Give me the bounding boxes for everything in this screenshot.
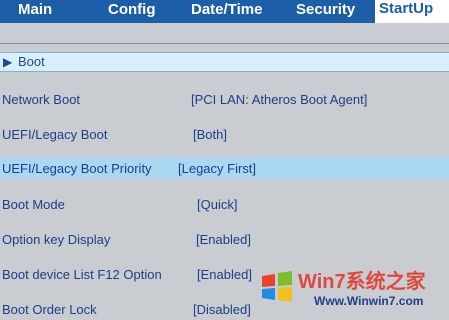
- setting-value[interactable]: [Disabled]: [193, 302, 251, 317]
- setting-row-boot-mode[interactable]: Boot Mode [Quick]: [0, 193, 449, 215]
- setting-row-uefi-legacy-boot-priority[interactable]: UEFI/Legacy Boot Priority [Legacy First]: [0, 157, 449, 179]
- section-label: Boot: [18, 54, 45, 69]
- setting-value[interactable]: [Legacy First]: [178, 161, 256, 176]
- header-divider: [0, 43, 449, 44]
- watermark-text: Win7系统之家: [298, 271, 426, 293]
- triangle-right-icon: ▶: [3, 55, 13, 69]
- tab-security[interactable]: Security: [296, 0, 355, 20]
- setting-name: Option key Display: [2, 232, 111, 247]
- setting-name: Boot device List F12 Option: [2, 267, 162, 282]
- setting-value[interactable]: [Enabled]: [197, 267, 252, 282]
- tab-date-time[interactable]: Date/Time: [191, 0, 262, 20]
- setting-row-uefi-legacy-boot[interactable]: UEFI/Legacy Boot [Both]: [0, 123, 449, 145]
- tab-startup[interactable]: StartUp: [375, 0, 449, 23]
- setting-name: Boot Order Lock: [2, 302, 97, 317]
- site-watermark: Win7系统之家 Www.Winwin7.com: [256, 262, 446, 314]
- watermark-url: Www.Winwin7.com: [314, 294, 424, 308]
- setting-name: UEFI/Legacy Boot Priority: [2, 161, 152, 176]
- setting-name: Network Boot: [2, 92, 81, 107]
- setting-row-network-boot[interactable]: Network Boot [PCI LAN: Atheros Boot Agen…: [0, 88, 449, 110]
- setting-value[interactable]: [Quick]: [197, 197, 237, 212]
- setting-name: UEFI/Legacy Boot: [2, 127, 108, 142]
- tab-config[interactable]: Config: [108, 0, 155, 20]
- tab-main[interactable]: Main: [18, 0, 52, 20]
- windows-logo-icon: [262, 271, 292, 302]
- menu-tab-bar: Main Config Date/Time Security StartUp: [0, 0, 449, 23]
- setting-value[interactable]: [PCI LAN: Atheros Boot Agent]: [191, 92, 367, 107]
- setting-value[interactable]: [Enabled]: [196, 232, 251, 247]
- setting-value[interactable]: [Both]: [193, 127, 227, 142]
- boot-section-header[interactable]: ▶ Boot: [0, 52, 449, 72]
- content-top-spacer: [0, 23, 449, 43]
- setting-row-option-key-display[interactable]: Option key Display [Enabled]: [0, 228, 449, 250]
- setting-name: Boot Mode: [2, 197, 65, 212]
